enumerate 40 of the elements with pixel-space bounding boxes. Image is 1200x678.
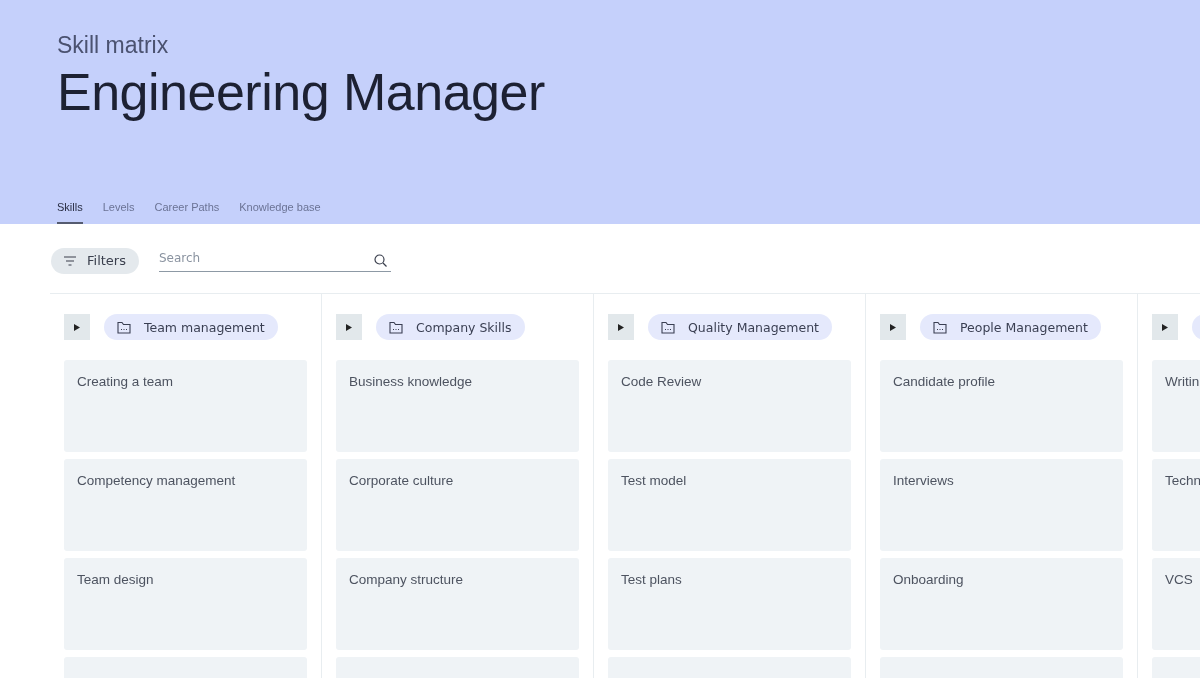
- page-title: Engineering Manager: [57, 62, 546, 122]
- skill-card[interactable]: Test plans: [608, 558, 851, 650]
- folder-icon: [661, 320, 675, 334]
- group-tag: Quality Management: [648, 314, 832, 340]
- skill-card[interactable]: Company structure: [336, 558, 579, 650]
- skill-card[interactable]: Candidate profile: [880, 360, 1123, 452]
- expand-button[interactable]: [1152, 314, 1178, 340]
- skill-card[interactable]: Business knowledge: [336, 360, 579, 452]
- caret-right-icon: [890, 323, 896, 331]
- caret-right-icon: [618, 323, 624, 331]
- skill-card[interactable]: Onboarding: [880, 558, 1123, 650]
- expand-button[interactable]: [336, 314, 362, 340]
- group-tag: Company Skills: [376, 314, 525, 340]
- folder-icon: [389, 320, 403, 334]
- skill-card[interactable]: Test model: [608, 459, 851, 551]
- skill-card[interactable]: Team design: [64, 558, 307, 650]
- folder-icon: [933, 320, 947, 334]
- skill-card[interactable]: Techn: [1152, 459, 1200, 551]
- caret-right-icon: [346, 323, 352, 331]
- skill-card[interactable]: Writin: [1152, 360, 1200, 452]
- caret-right-icon: [1162, 323, 1168, 331]
- page-subtitle: Skill matrix: [57, 32, 170, 58]
- expand-button[interactable]: [608, 314, 634, 340]
- skill-card[interactable]: Corporate culture: [336, 459, 579, 551]
- search-field[interactable]: Search: [158, 245, 391, 272]
- folder-icon: [117, 320, 131, 334]
- skill-card[interactable]: VCS: [1152, 558, 1200, 650]
- tab[interactable]: Skills: [57, 201, 83, 224]
- expand-button[interactable]: [880, 314, 906, 340]
- skill-card[interactable]: Interviews: [880, 459, 1123, 551]
- group-tag: Team management: [104, 314, 278, 340]
- skill-card[interactable]: Code Review: [608, 360, 851, 452]
- filters-button[interactable]: Filters: [51, 247, 139, 274]
- search-icon: [373, 253, 387, 267]
- group-tag: People Management: [920, 314, 1101, 340]
- skill-card[interactable]: Competency management: [64, 459, 307, 551]
- skill-card[interactable]: Creating a team: [64, 360, 307, 452]
- caret-right-icon: [74, 323, 80, 331]
- expand-button[interactable]: [64, 314, 90, 340]
- filter-icon: [64, 255, 76, 266]
